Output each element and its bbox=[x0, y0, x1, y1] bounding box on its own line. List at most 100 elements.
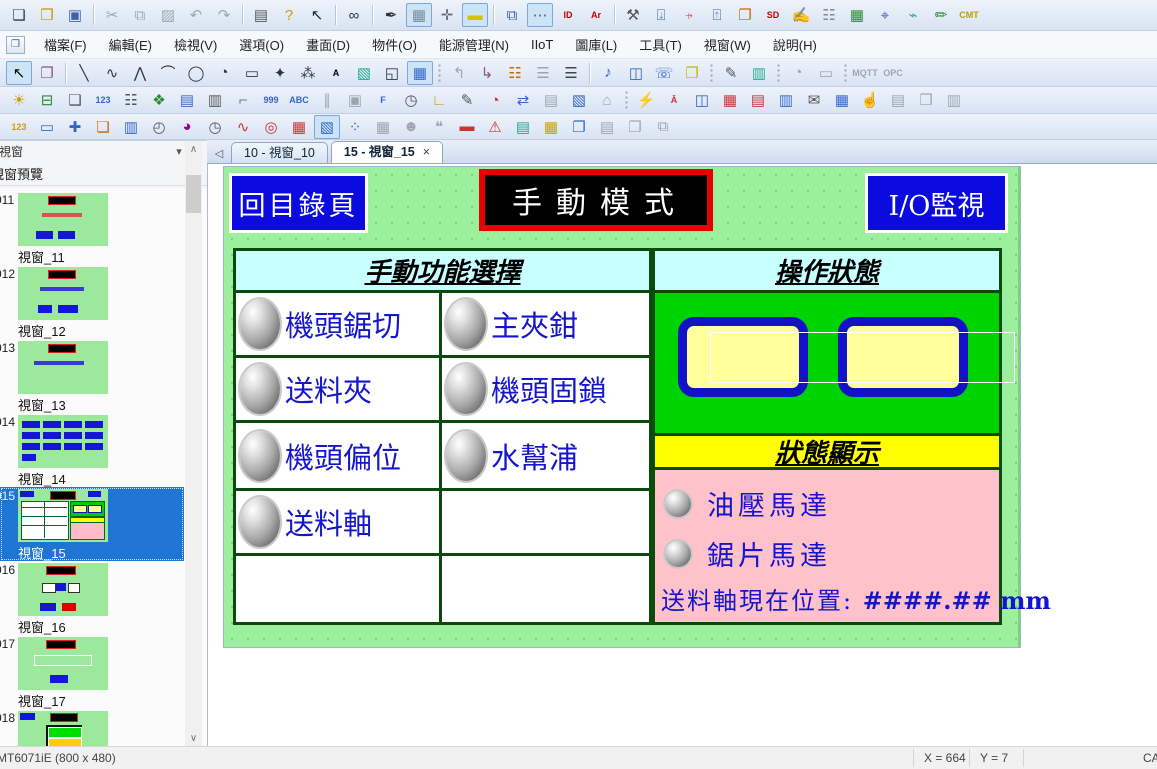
window-item-012[interactable]: 012視窗_12 bbox=[0, 265, 184, 339]
data-sampling-icon[interactable]: ❐ bbox=[566, 115, 592, 139]
panel-tool-icon[interactable]: ◱ bbox=[379, 61, 405, 85]
status-value-display-1[interactable] bbox=[678, 317, 808, 397]
level-meter-icon[interactable]: ▥ bbox=[746, 61, 772, 85]
push-button-icon[interactable] bbox=[446, 431, 486, 481]
push-button-icon[interactable] bbox=[240, 497, 280, 547]
select-tool-icon[interactable]: ↖ bbox=[6, 61, 32, 85]
data-transfer-icon[interactable]: ⇄ bbox=[510, 88, 536, 112]
scanner-icon[interactable]: ❐ bbox=[913, 88, 939, 112]
menu-item-4[interactable]: 選項(O) bbox=[228, 31, 295, 58]
table-grid-icon[interactable]: ▦ bbox=[407, 61, 433, 85]
lamp-row[interactable]: 油壓馬達 bbox=[665, 484, 831, 523]
usb-download-icon[interactable]: ⌁ bbox=[900, 3, 926, 27]
scroll-up-icon[interactable]: ∧ bbox=[185, 141, 202, 158]
scrollbar-thumb[interactable] bbox=[186, 175, 201, 213]
app-icon[interactable]: ❐ bbox=[6, 36, 25, 54]
function-cell-r2c2[interactable]: 機頭固鎖 bbox=[442, 358, 649, 423]
target-icon[interactable]: ◎ bbox=[258, 115, 284, 139]
move-object-icon[interactable]: ✚ bbox=[62, 115, 88, 139]
build-settings-icon[interactable]: ⚒ bbox=[620, 3, 646, 27]
tab-close-icon[interactable]: × bbox=[423, 145, 430, 159]
offline-simulation-icon[interactable]: ✍ bbox=[788, 3, 814, 27]
push-button-icon[interactable] bbox=[240, 364, 280, 414]
tab-scroll-left-icon[interactable]: ◁ bbox=[211, 144, 227, 162]
divider-icon[interactable]: ▬ bbox=[454, 115, 480, 139]
id-display-icon[interactable]: ID bbox=[555, 3, 581, 27]
pie-chart-icon[interactable]: ◕ bbox=[174, 115, 200, 139]
polygon-tool-icon[interactable]: ✦ bbox=[267, 61, 293, 85]
window-copy-icon[interactable]: ❐ bbox=[732, 3, 758, 27]
object-attributes-icon[interactable]: ❐ bbox=[34, 61, 60, 85]
printer2-icon[interactable]: ▤ bbox=[885, 88, 911, 112]
push-button-icon[interactable] bbox=[240, 431, 280, 481]
scroll-down-icon[interactable]: ∨ bbox=[185, 730, 202, 747]
banner-icon[interactable]: ▭ bbox=[813, 61, 839, 85]
terminal-icon[interactable]: ◫ bbox=[689, 88, 715, 112]
timer-icon[interactable]: ◔ bbox=[482, 88, 508, 112]
station-icon[interactable]: ⌂ bbox=[594, 88, 620, 112]
find-icon[interactable]: ∞ bbox=[341, 3, 367, 27]
frame-icon[interactable]: ▣ bbox=[342, 88, 368, 112]
hmi-page[interactable]: 回目錄頁 手動模式 I/O監視 手動功能選擇 機頭鋸切主夾鉗送料夾機頭固鎖機頭偏… bbox=[224, 167, 1020, 647]
f-label-icon[interactable]: F bbox=[370, 88, 396, 112]
mqtt-icon[interactable]: MQTT bbox=[852, 61, 878, 85]
signature-pen-icon[interactable]: ✒ bbox=[378, 3, 404, 27]
address-book-icon[interactable]: ☰ bbox=[558, 61, 584, 85]
sidebar-scrollbar[interactable]: ∧ ∨ bbox=[185, 141, 202, 747]
meter-display-icon[interactable]: ◴ bbox=[146, 115, 172, 139]
window-item-011[interactable]: 011視窗_11 bbox=[0, 191, 184, 265]
step-ruler-icon[interactable]: ∟ bbox=[426, 88, 452, 112]
function-cell-r4c1[interactable]: 送料軸 bbox=[236, 491, 442, 556]
address-grid-icon[interactable]: ☰ bbox=[530, 61, 556, 85]
backup-phone-icon[interactable]: ☏ bbox=[651, 61, 677, 85]
design-canvas[interactable]: 回目錄頁 手動模式 I/O監視 手動功能選擇 機頭鋸切主夾鉗送料夾機頭固鎖機頭偏… bbox=[207, 164, 1157, 747]
io-monitor-button-object[interactable]: I/O監視 bbox=[865, 173, 1008, 233]
grid-display-icon[interactable]: ▦ bbox=[370, 115, 396, 139]
export-library-icon[interactable]: ↳ bbox=[474, 61, 500, 85]
cut-icon[interactable]: ✂ bbox=[99, 3, 125, 27]
barcode-icon[interactable]: ∥ bbox=[314, 88, 340, 112]
push-button-icon[interactable] bbox=[446, 299, 486, 349]
file-backup-icon[interactable]: ▤ bbox=[594, 115, 620, 139]
group-library-icon[interactable]: ☷ bbox=[502, 61, 528, 85]
gauge-icon[interactable]: ◔ bbox=[785, 61, 811, 85]
window-item-014[interactable]: 014視窗_14 bbox=[0, 413, 184, 487]
toolbar-drag-handle[interactable] bbox=[624, 90, 629, 110]
sd-card-icon[interactable]: SD bbox=[760, 3, 786, 27]
free-draw-icon[interactable]: ✎ bbox=[454, 88, 480, 112]
mail-icon[interactable]: ✉ bbox=[801, 88, 827, 112]
ellipse-tool-icon[interactable]: ◯ bbox=[183, 61, 209, 85]
preview-combo[interactable]: 視窗預覽 ∨ bbox=[0, 162, 207, 186]
download-icon[interactable]: ⍐ bbox=[704, 3, 730, 27]
set-word-icon[interactable]: 123 bbox=[90, 88, 116, 112]
window-item-013[interactable]: 013視窗_13 bbox=[0, 339, 184, 413]
cmt-viewer-icon[interactable]: CMT bbox=[956, 3, 982, 27]
compile-icon[interactable]: ⍗ bbox=[648, 3, 674, 27]
menu-item-6[interactable]: 物件(O) bbox=[361, 31, 428, 58]
set-bit-icon[interactable]: ❏ bbox=[62, 88, 88, 112]
numeric-object-icon[interactable]: 999 bbox=[258, 88, 284, 112]
push-button-icon[interactable] bbox=[240, 299, 280, 349]
text-tool-icon[interactable]: A bbox=[323, 61, 349, 85]
combo-button-icon[interactable]: ▥ bbox=[202, 88, 228, 112]
picture-tool-icon[interactable]: ▧ bbox=[351, 61, 377, 85]
menu-item-5[interactable]: 畫面(D) bbox=[295, 31, 361, 58]
scatter-chart-icon[interactable]: ⁘ bbox=[342, 115, 368, 139]
trend-display-icon[interactable]: ∿ bbox=[230, 115, 256, 139]
menu-item-1[interactable]: 檔案(F) bbox=[33, 31, 98, 58]
pdf-report-icon[interactable]: ▤ bbox=[538, 88, 564, 112]
macro-edit-icon[interactable]: ✎ bbox=[718, 61, 744, 85]
toolbar-drag-handle[interactable] bbox=[709, 63, 714, 83]
group-object-icon[interactable]: ⧉ bbox=[650, 115, 676, 139]
lamp-row[interactable]: 鋸片馬達 bbox=[665, 534, 831, 573]
menu-item-3[interactable]: 檢視(V) bbox=[163, 31, 228, 58]
picture-viewer-icon[interactable]: ▧ bbox=[566, 88, 592, 112]
sound-library-icon[interactable]: ♪ bbox=[595, 61, 621, 85]
spline-tool-icon[interactable]: ∿ bbox=[99, 61, 125, 85]
bar-graph-icon[interactable]: ▥ bbox=[118, 115, 144, 139]
address-change-icon[interactable]: ❏ bbox=[90, 115, 116, 139]
copy-icon[interactable]: ⧉ bbox=[127, 3, 153, 27]
grid-toggle-icon[interactable]: ▦ bbox=[406, 3, 432, 27]
toggle-switch-icon[interactable]: ☷ bbox=[118, 88, 144, 112]
touch-test-icon[interactable]: ☝ bbox=[857, 88, 883, 112]
